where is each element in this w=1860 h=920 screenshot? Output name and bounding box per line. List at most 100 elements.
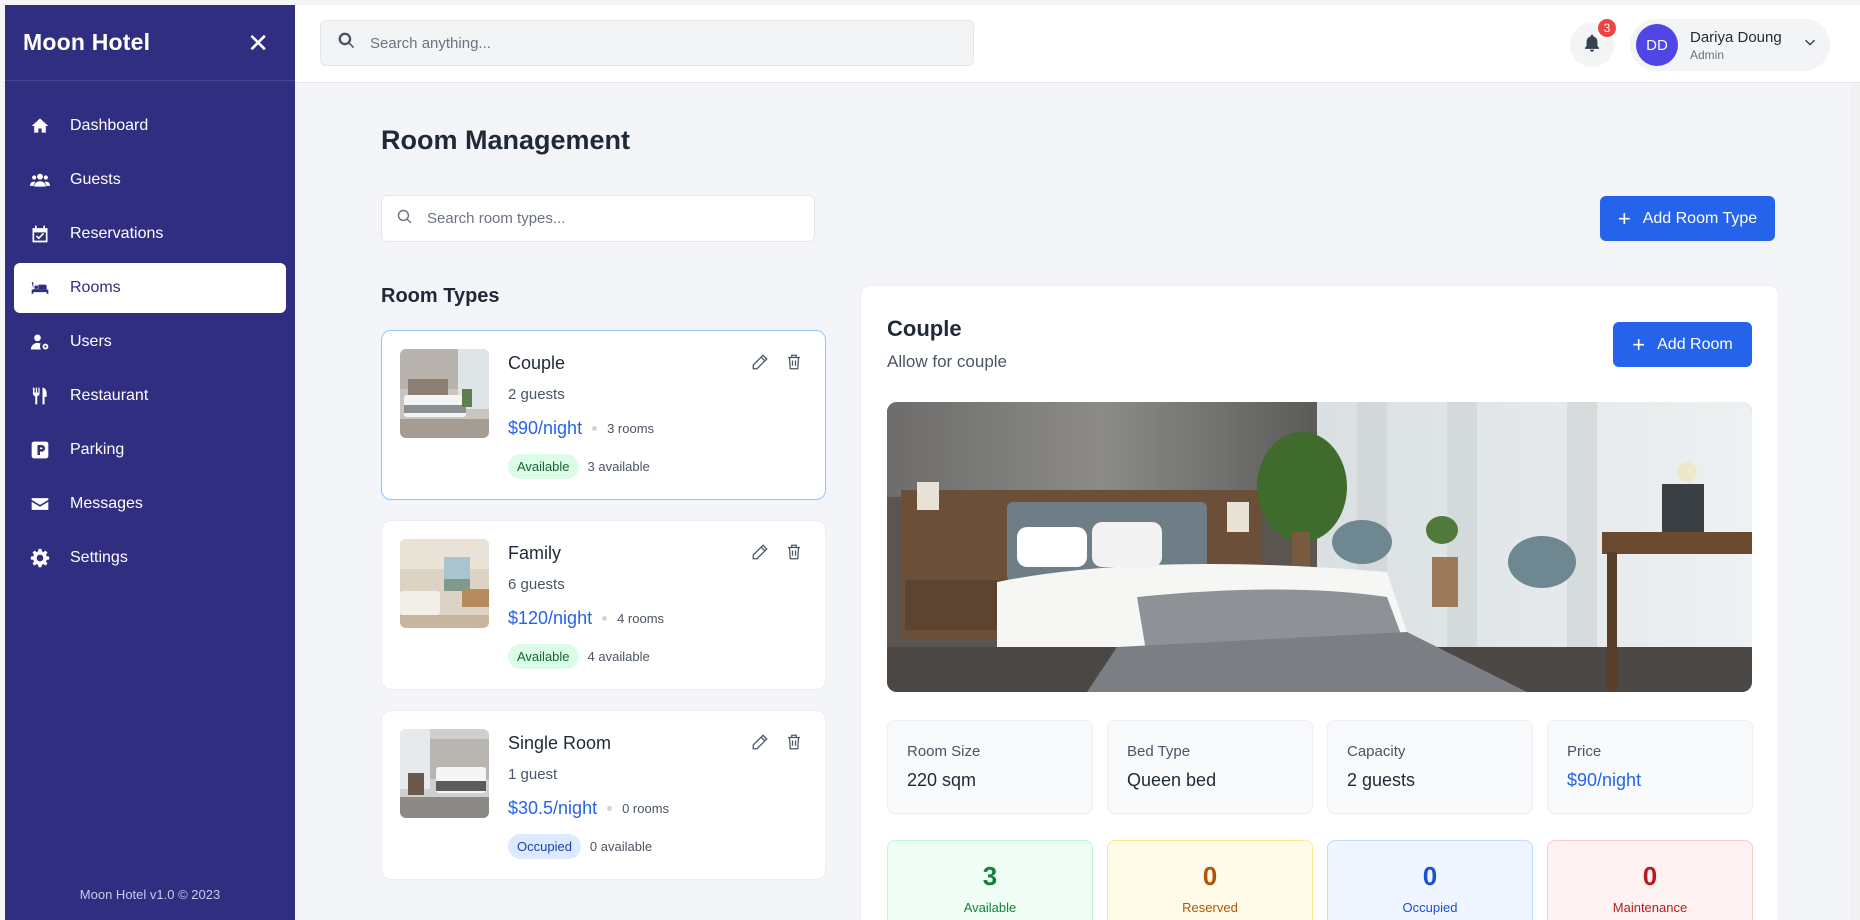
separator-dot: [602, 616, 608, 621]
status-count: 3: [982, 861, 998, 891]
sidebar-item-label: Reservations: [70, 225, 164, 242]
sidebar-item-rooms[interactable]: Rooms: [14, 263, 286, 313]
capacity-stat: Capacity 2 guests: [1327, 720, 1533, 814]
avatar: DD: [1636, 24, 1678, 66]
room-status-summary: 3 Available 0 Reserved 0 Occupied 0 Main…: [887, 840, 1753, 920]
gear-icon: [29, 548, 51, 568]
status-label: Available: [963, 900, 1017, 915]
status-label: Maintenance: [1612, 900, 1688, 915]
home-icon: [29, 116, 51, 136]
user-role: Admin: [1690, 47, 1725, 62]
maintenance-status-box: 0 Maintenance: [1547, 840, 1753, 920]
room-thumbnail-image: [400, 539, 489, 628]
available-status-box: 3 Available: [887, 840, 1093, 920]
sidebar-item-label: Parking: [70, 441, 125, 458]
room-type-price: $90/night: [508, 418, 583, 438]
edit-pencil-icon[interactable]: [751, 733, 769, 751]
price-row: $30.5/night 0 rooms: [508, 798, 669, 819]
room-type-name: Couple: [508, 353, 566, 373]
status-badge: Available: [508, 454, 579, 479]
envelope-icon: [29, 494, 51, 514]
sidebar-item-label: Rooms: [70, 279, 121, 296]
delete-trash-icon[interactable]: [785, 543, 803, 561]
price-row: $120/night 4 rooms: [508, 608, 664, 629]
delete-trash-icon[interactable]: [785, 353, 803, 371]
sidebar-item-restaurant[interactable]: Restaurant: [14, 371, 286, 421]
search-icon: [396, 208, 427, 230]
sidebar: Moon Hotel ✕ Dashboard Guests Reservatio…: [5, 5, 295, 920]
room-hero-image: [887, 402, 1752, 692]
calendar-check-icon: [29, 224, 51, 244]
status-badge: Available: [508, 644, 579, 669]
sidebar-item-dashboard[interactable]: Dashboard: [14, 101, 286, 151]
available-count: 3 available: [587, 459, 650, 474]
room-type-card-family[interactable]: Family 6 guests $120/night 4 rooms Avail…: [381, 520, 826, 690]
status-count: 0: [1202, 861, 1218, 891]
close-sidebar-icon[interactable]: ✕: [247, 30, 269, 56]
sidebar-nav: Dashboard Guests Reservations Rooms User…: [5, 81, 295, 583]
room-types-heading: Room Types: [381, 285, 500, 307]
card-actions: [751, 543, 803, 561]
stat-value: Queen bed: [1127, 770, 1217, 790]
availability-row: Available 4 available: [508, 644, 650, 669]
delete-trash-icon[interactable]: [785, 733, 803, 751]
sidebar-item-label: Guests: [70, 171, 121, 188]
page-scrollbar[interactable]: [1851, 83, 1860, 920]
app-frame: Moon Hotel ✕ Dashboard Guests Reservatio…: [5, 5, 1860, 920]
status-count: 0: [1642, 861, 1658, 891]
card-actions: [751, 733, 803, 751]
status-count: 0: [1422, 861, 1438, 891]
user-menu[interactable]: DD Dariya Doung Admin: [1630, 19, 1830, 71]
edit-pencil-icon[interactable]: [751, 353, 769, 371]
global-search-input[interactable]: [370, 34, 930, 52]
sidebar-item-users[interactable]: Users: [14, 317, 286, 367]
sidebar-item-settings[interactable]: Settings: [14, 533, 286, 583]
chevron-down-icon: [1802, 35, 1818, 56]
room-type-card-single-room[interactable]: Single Room 1 guest $30.5/night 0 rooms …: [381, 710, 826, 880]
user-name: Dariya Doung: [1690, 28, 1782, 46]
availability-row: Occupied 0 available: [508, 834, 652, 859]
sidebar-item-label: Dashboard: [70, 117, 149, 134]
search-icon: [337, 31, 370, 55]
global-search[interactable]: [320, 20, 974, 66]
plus-icon: +: [1632, 331, 1646, 357]
room-type-detail-panel: Couple Allow for couple + Add Room Room …: [860, 285, 1779, 920]
sidebar-item-parking[interactable]: Parking: [14, 425, 286, 475]
detail-title: Couple: [887, 316, 962, 341]
stat-value: 220 sqm: [907, 770, 977, 790]
room-count: 0 rooms: [622, 801, 670, 816]
room-type-search-input[interactable]: [427, 210, 807, 227]
available-count: 4 available: [587, 649, 650, 664]
room-count: 3 rooms: [607, 421, 655, 436]
plus-icon: +: [1617, 205, 1631, 231]
room-thumbnail-image: [400, 729, 489, 818]
stat-label: Capacity: [1347, 743, 1406, 760]
room-type-name: Single Room: [508, 733, 612, 753]
sidebar-item-label: Messages: [70, 495, 143, 512]
add-room-type-button[interactable]: + Add Room Type: [1600, 196, 1775, 241]
room-specs: Room Size 220 sqm Bed Type Queen bed Cap…: [887, 720, 1753, 814]
notifications-button[interactable]: 3: [1570, 17, 1618, 67]
sidebar-item-messages[interactable]: Messages: [14, 479, 286, 529]
room-type-search[interactable]: [381, 195, 815, 242]
add-room-button[interactable]: + Add Room: [1613, 322, 1752, 367]
sidebar-item-reservations[interactable]: Reservations: [14, 209, 286, 259]
stat-value: 2 guests: [1347, 770, 1416, 790]
sidebar-item-label: Restaurant: [70, 387, 149, 404]
top-bar: 3 DD Dariya Doung Admin: [295, 5, 1860, 83]
available-count: 0 available: [589, 839, 653, 854]
bed-type-stat: Bed Type Queen bed: [1107, 720, 1313, 814]
room-type-guests: 2 guests: [508, 386, 565, 403]
page-title: Room Management: [381, 125, 631, 155]
room-type-card-couple[interactable]: Couple 2 guests $90/night 3 rooms Availa…: [381, 330, 826, 500]
users-icon: [29, 170, 51, 190]
sidebar-footer: Moon Hotel v1.0 © 2023: [79, 887, 221, 902]
add-room-label: Add Room: [1657, 335, 1733, 353]
room-type-price: $120/night: [508, 608, 593, 628]
user-info: Dariya Doung Admin: [1690, 29, 1782, 62]
add-room-type-label: Add Room Type: [1642, 209, 1758, 227]
room-type-guests: 6 guests: [508, 576, 565, 593]
bed-icon: [29, 278, 51, 298]
edit-pencil-icon[interactable]: [751, 543, 769, 561]
sidebar-item-guests[interactable]: Guests: [14, 155, 286, 205]
